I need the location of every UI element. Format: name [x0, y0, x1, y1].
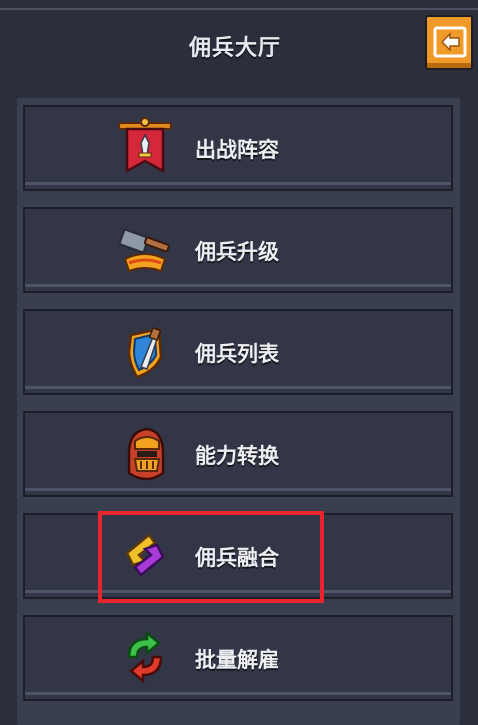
menu-item-mercenary-upgrade[interactable]: 佣兵升级	[23, 207, 453, 293]
menu-item-label: 批量解雇	[195, 648, 279, 672]
menu-item-label: 佣兵融合	[195, 546, 279, 570]
page-title: 佣兵大厅	[188, 36, 281, 61]
back-button[interactable]	[425, 15, 473, 70]
menu-item-ability-conversion[interactable]: 能力转换	[23, 411, 453, 497]
hammer-icon	[118, 228, 170, 273]
menu-item-label: 佣兵列表	[195, 342, 279, 366]
menu-item-batch-dismiss[interactable]: 批量解雇	[23, 615, 453, 701]
recycle-icon	[127, 630, 163, 684]
top-divider	[0, 0, 478, 10]
menu-item-mercenary-fusion[interactable]: 佣兵融合	[23, 513, 453, 599]
menu-item-battle-lineup[interactable]: 出战阵容	[23, 105, 453, 191]
banner-sword-icon	[118, 117, 172, 174]
helmet-icon	[127, 427, 165, 481]
menu-item-mercenary-list[interactable]: 佣兵列表	[23, 309, 453, 395]
header: 佣兵大厅	[0, 10, 478, 82]
back-arrow-icon	[433, 26, 467, 58]
menu-item-label: 佣兵升级	[195, 240, 279, 264]
fusion-icon	[125, 533, 165, 577]
menu-item-label: 出战阵容	[195, 138, 279, 162]
shield-sword-icon	[127, 326, 163, 379]
menu-item-label: 能力转换	[195, 444, 279, 468]
